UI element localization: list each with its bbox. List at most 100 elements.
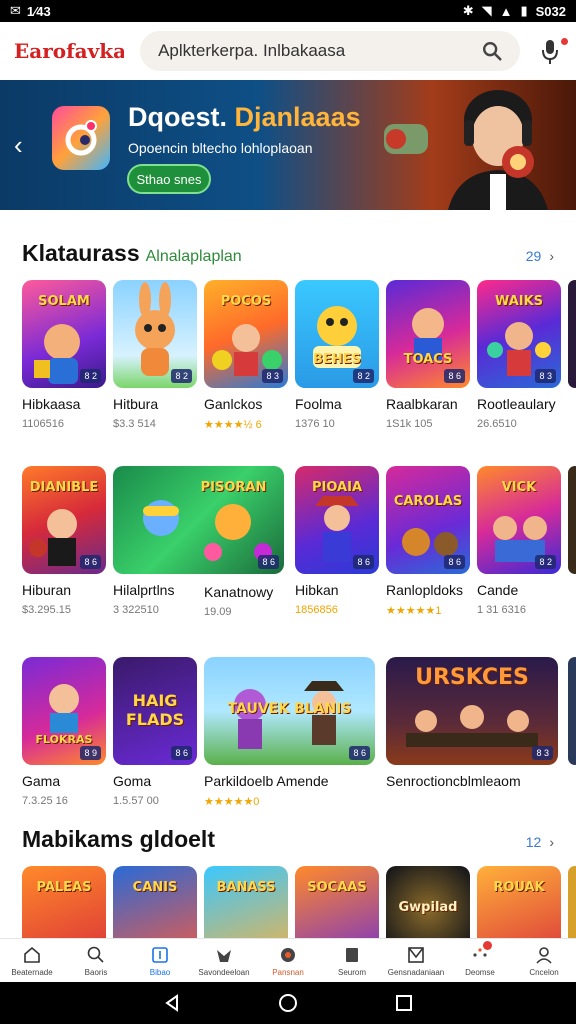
game-tile[interactable]: FLOKRAS 8 9 Gama 7.3.25 16 xyxy=(22,657,106,807)
game-thumbnail: URSKCES 8 3 xyxy=(386,657,558,765)
nav-item-apps[interactable]: Bibao xyxy=(128,939,192,982)
recents-icon[interactable] xyxy=(394,993,414,1013)
thumbnail-badge: 8 6 xyxy=(171,746,192,760)
game-tile[interactable]: POCOS 8 3 Ganlckos ★★★★½ 6 xyxy=(204,280,288,431)
game-meta: 1376 10 xyxy=(295,418,335,430)
game-tile-label[interactable]: Kanatnowy 19.09 xyxy=(204,582,273,618)
thumbnail-badge: 8 6 xyxy=(80,555,101,569)
nav-label: Cncelon xyxy=(529,967,559,977)
game-tile-wide[interactable]: TAUVEK BLANIS 8 6 Parkildoelb Amende ★★★… xyxy=(204,657,375,808)
battery-icon: ▮ xyxy=(520,3,528,18)
nav-item-search[interactable]: Baoris xyxy=(64,939,128,982)
game-thumbnail: BEHES 8 2 xyxy=(295,280,379,388)
game-thumbnail xyxy=(568,280,576,388)
nav-item-books[interactable]: Seurom xyxy=(320,939,384,982)
thumbnail-title: HAIG FLADS xyxy=(125,691,185,729)
game-tile[interactable]: 8 2 Hitbura $3.3 514 xyxy=(113,280,197,430)
game-meta: 1106516 xyxy=(22,418,65,430)
bluetooth-icon: ✱ xyxy=(462,3,474,18)
nav-item-more[interactable]: Deomse xyxy=(448,939,512,982)
section-see-more[interactable]: 12 › xyxy=(526,834,554,850)
thumbnail-badge: 8 2 xyxy=(535,555,556,569)
thumbnail-title: VICK xyxy=(501,480,537,495)
game-tile[interactable]: BEHES 8 2 Foolma 1376 10 xyxy=(295,280,379,430)
game-tile-partial[interactable] xyxy=(568,466,576,574)
banner-subtitle: Opoencin bltecho lohloplaoan xyxy=(128,140,313,156)
nav-item-media[interactable]: Pansnan xyxy=(256,939,320,982)
search-button[interactable] xyxy=(476,35,508,67)
nav-label: Bibao xyxy=(149,967,171,977)
game-tile-partial[interactable] xyxy=(568,866,576,938)
game-name: Parkildoelb Amende xyxy=(204,773,329,789)
game-tile[interactable]: VICK 8 2 Cande 1 31 6316 xyxy=(477,466,561,616)
game-meta: 1 31 6316 xyxy=(477,604,526,616)
game-thumbnail: 8 2 xyxy=(113,280,197,388)
thumbnail-title: ROUAK xyxy=(493,880,545,895)
game-thumbnail: POCOS 8 3 xyxy=(204,280,288,388)
thumbnail-title: TAUVEK BLANIS xyxy=(227,701,352,717)
game-meta: 1.5.57 00 xyxy=(113,795,159,807)
app-header: Earofavkaces xyxy=(0,22,576,80)
game-tile[interactable]: SOCAAS xyxy=(295,866,379,938)
game-name: Cande xyxy=(477,582,519,598)
nav-label: Savondeeloan xyxy=(198,967,250,977)
game-thumbnail: WAIKS 8 3 xyxy=(477,280,561,388)
section-title: Klataurass xyxy=(22,240,140,266)
thumbnail-badge: 8 2 xyxy=(80,369,101,383)
notification-icon: ✉ xyxy=(10,3,21,18)
game-tile[interactable]: TOACS 8 6 Raalbkaran 1S1k 105 xyxy=(386,280,470,430)
game-name: Hiburan xyxy=(22,582,72,598)
voice-search-button[interactable] xyxy=(538,34,568,68)
banner-prev-arrow[interactable]: ‹ xyxy=(14,130,23,161)
section-header-2: Mabikams gldoelt 12 › xyxy=(22,826,554,853)
game-tile[interactable]: ROUAK xyxy=(477,866,561,938)
nav-item-library[interactable]: Gensnadaniaan xyxy=(384,939,448,982)
game-tile[interactable]: PIOAIA 8 6 Hibkan 1856856 xyxy=(295,466,379,616)
section-see-more[interactable]: 29 › xyxy=(526,248,554,264)
game-tile[interactable]: SOLAM 8 2 Hibkaasa 1106516 xyxy=(22,280,106,430)
notification-badge xyxy=(483,941,492,950)
thumbnail-title: WAIKS xyxy=(494,294,544,309)
banner-cta-button[interactable]: Sthao snes xyxy=(127,164,211,194)
game-tile-partial[interactable] xyxy=(568,657,576,765)
banner-app-icon xyxy=(52,106,110,170)
game-name: Hitbura xyxy=(113,396,159,412)
game-name: Raalbkaran xyxy=(386,396,458,412)
games-icon xyxy=(217,949,231,962)
search-input[interactable] xyxy=(158,41,476,61)
thumbnail-badge: 8 9 xyxy=(80,746,101,760)
back-icon[interactable] xyxy=(162,993,182,1013)
nav-item-games[interactable]: Savondeeloan xyxy=(192,939,256,982)
game-row-1: SOLAM 8 2 Hibkaasa 1106516 8 2 Hitbura $… xyxy=(22,280,576,440)
game-row-4: PALEAS CANIS BANASS SOCAAS Gwpilad ROUAK xyxy=(22,866,576,938)
thumbnail-title: BANASS xyxy=(216,880,276,895)
game-tile[interactable]: CANIS xyxy=(113,866,197,938)
brand-logo[interactable]: Earofavkaces xyxy=(14,39,124,63)
thumbnail-badge: 8 2 xyxy=(171,369,192,383)
media-icon xyxy=(281,947,295,962)
thumbnail-badge: 8 3 xyxy=(535,369,556,383)
game-thumbnail: CANIS xyxy=(113,866,197,938)
game-tile-partial[interactable] xyxy=(568,280,576,388)
game-tile[interactable]: HAIG FLADS 8 6 Goma 1.5.57 00 xyxy=(113,657,197,807)
game-tile[interactable]: PALEAS xyxy=(22,866,106,938)
nav-label: Baoris xyxy=(84,967,108,977)
home-button-icon[interactable] xyxy=(278,993,298,1013)
game-row-2: DIANIBLE 8 6 Hiburan $3.295.15 PISORAN 8… xyxy=(22,466,576,626)
nav-item-account[interactable]: Cncelon xyxy=(512,939,576,982)
nav-item-home[interactable]: Beaternade xyxy=(0,939,64,982)
game-row-3: FLOKRAS 8 9 Gama 7.3.25 16 HAIG FLADS 8 … xyxy=(22,657,576,817)
game-tile[interactable]: BANASS xyxy=(204,866,288,938)
game-rating: ★★★★★0 xyxy=(204,796,260,808)
game-tile[interactable]: WAIKS 8 3 Rootleaulary 26.6510 xyxy=(477,280,561,430)
game-tile[interactable]: Gwpilad xyxy=(386,866,470,938)
game-tile[interactable]: CAROLAS 8 6 Ranlopldoks ★★★★★1 xyxy=(386,466,470,617)
search-bar[interactable] xyxy=(140,31,520,71)
game-tile[interactable]: DIANIBLE 8 6 Hiburan $3.295.15 xyxy=(22,466,106,616)
status-bar: ✉ 1⁄43 ✱ ◥ ▲ ▮ S032 xyxy=(0,0,576,22)
game-thumbnail xyxy=(568,466,576,574)
status-left-text: 1⁄43 xyxy=(26,3,51,19)
game-thumbnail: TAUVEK BLANIS 8 6 xyxy=(204,657,375,765)
promo-banner[interactable]: ‹ Dqoest. Djanlaaas Opoencin bltecho loh… xyxy=(0,80,576,210)
game-tile-wide[interactable]: URSKCES 8 3 Senroctioncblmleaom xyxy=(386,657,558,795)
